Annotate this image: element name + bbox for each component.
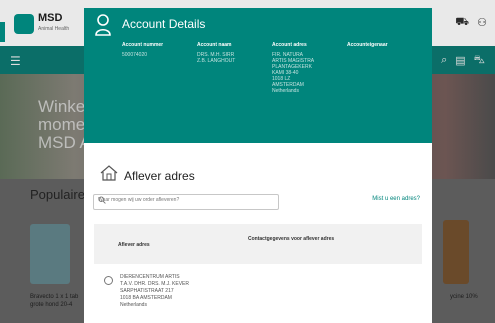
- brand-logo[interactable]: MSD Animal Health: [14, 12, 78, 36]
- account-icon[interactable]: ⚇: [477, 16, 487, 30]
- address-radio[interactable]: [104, 276, 113, 285]
- truck-icon[interactable]: ⛟: [455, 16, 469, 30]
- search-icon: [98, 196, 275, 206]
- account-name-column: Account naam DRS. M.H. SIRR Z.B. LANGHOU…: [197, 42, 236, 64]
- missing-address-link[interactable]: Mist u een adres?: [372, 196, 420, 202]
- menu-icon[interactable]: ☰: [10, 54, 21, 68]
- nav-icons: ⌕ ▤ ⛍: [441, 54, 485, 68]
- brand-subtitle: Animal Health: [38, 26, 70, 32]
- user-icon: [94, 13, 112, 42]
- account-title: Account Details: [122, 17, 206, 31]
- search-icon[interactable]: ⌕: [441, 54, 447, 68]
- address-option[interactable]: DIERENCENTRUM ARTIS T.A.V. DHR. DRS. M.J…: [120, 274, 189, 309]
- account-address-column: Account adres FIR. NATURA ARTIS MAGISTRA…: [272, 42, 315, 94]
- account-number-column: Account nummer 500074020: [122, 42, 164, 58]
- delivery-heading: Aflever adres: [100, 165, 195, 186]
- clipboard-icon[interactable]: ▤: [455, 54, 465, 68]
- delivery-search-input[interactable]: Waar mogen wij uw order afleveren?: [93, 194, 279, 210]
- product-image-left[interactable]: [30, 224, 70, 284]
- brand-name: MSD: [38, 12, 63, 24]
- header-icons: ⛟ ⚇: [455, 16, 487, 30]
- account-info-grid: Account nummer 500074020 Account naam DR…: [122, 42, 422, 94]
- account-modal: Account Details Account nummer 500074020…: [84, 8, 432, 323]
- product-title-left[interactable]: Bravecto 1 x 1 tab grote hond 20-4: [30, 293, 78, 309]
- accent-bar: [0, 22, 5, 42]
- col-delivery-address: Aflever adres: [118, 242, 150, 248]
- account-details-panel: Account Details Account nummer 500074020…: [84, 8, 432, 143]
- address-table-header: Aflever adres Contactgegevens voor aflev…: [94, 224, 422, 264]
- home-icon: [100, 165, 118, 186]
- account-owner-column: Accounteigenaar: [347, 42, 388, 48]
- delivery-title: Aflever adres: [124, 168, 195, 183]
- cart-icon[interactable]: ⛍: [474, 54, 485, 68]
- product-title-right[interactable]: ycine 10%: [450, 294, 478, 300]
- product-image-right[interactable]: [443, 220, 469, 284]
- logo-mark-icon: [14, 14, 34, 34]
- col-contact-details: Contactgegevens voor aflever adres: [248, 236, 335, 242]
